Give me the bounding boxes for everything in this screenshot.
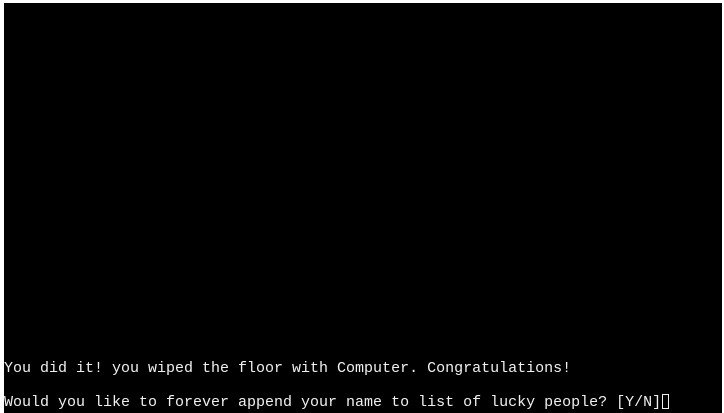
- append-name-prompt: Would you like to forever append your na…: [4, 394, 662, 411]
- terminal-window[interactable]: You did it! you wiped the floor with Com…: [4, 3, 722, 413]
- congratulations-message: You did it! you wiped the floor with Com…: [4, 360, 572, 377]
- prompt-line[interactable]: Would you like to forever append your na…: [4, 394, 670, 411]
- text-cursor: [662, 394, 670, 409]
